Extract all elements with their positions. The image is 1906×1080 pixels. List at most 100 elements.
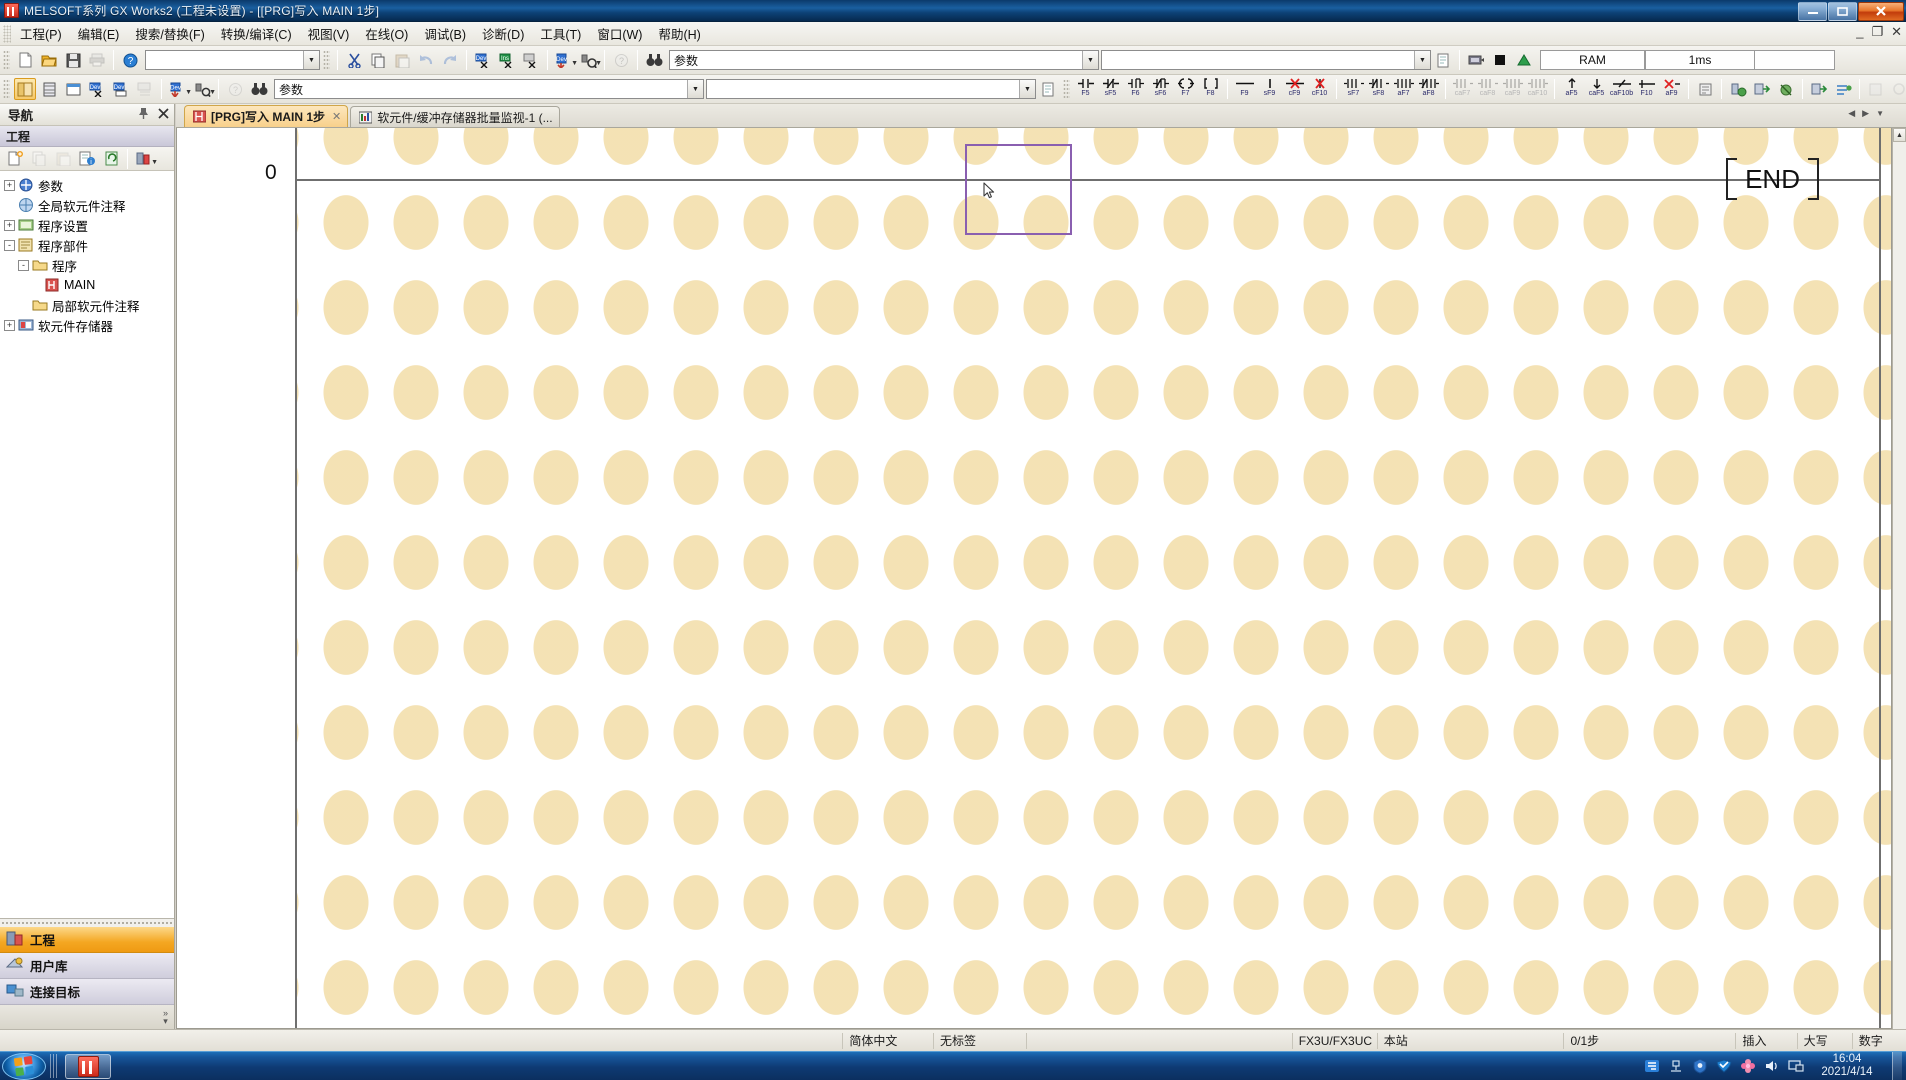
toolbar-grip[interactable] bbox=[3, 50, 10, 70]
chevron-down-icon[interactable]: ▼ bbox=[687, 80, 703, 98]
tab-device-buffer-monitor[interactable]: 软元件/缓冲存储器批量监视-1 (... bbox=[350, 106, 560, 127]
tab-scroll-left-icon[interactable]: ◀ bbox=[1848, 108, 1855, 119]
menu-online[interactable]: 在线(O) bbox=[357, 21, 416, 46]
cut-icon[interactable] bbox=[343, 49, 365, 71]
delete-h-line-button[interactable]: cF9 bbox=[1282, 77, 1307, 102]
copy-data-icon[interactable] bbox=[28, 148, 50, 170]
ladder-editor-canvas[interactable]: 0 END bbox=[176, 128, 1892, 1029]
refresh-data-icon[interactable] bbox=[100, 148, 122, 170]
undo-icon[interactable] bbox=[415, 49, 437, 71]
panel-button-connection-destination[interactable]: 连接目标 bbox=[0, 979, 174, 1005]
start-button[interactable] bbox=[2, 1052, 46, 1080]
binoculars-icon[interactable] bbox=[643, 49, 665, 71]
help-circle-icon[interactable]: ? bbox=[224, 78, 246, 100]
tree-item-pou[interactable]: - 程序部件 bbox=[0, 235, 174, 255]
tab-close-icon[interactable]: ✕ bbox=[332, 110, 341, 123]
ladder-symbol-grip[interactable] bbox=[1063, 79, 1070, 99]
close-button[interactable] bbox=[1858, 1, 1904, 21]
write-to-plc-icon[interactable]: Dev ▼ bbox=[553, 49, 578, 71]
convert-online-icon[interactable] bbox=[1775, 78, 1797, 100]
panel-overflow-icon[interactable]: » ▾ bbox=[163, 1009, 168, 1026]
chevron-down-icon[interactable]: ▼ bbox=[1019, 80, 1035, 98]
mdi-restore-button[interactable]: ❐ bbox=[1871, 24, 1883, 40]
invert-operation-button[interactable]: caF10b bbox=[1609, 77, 1634, 102]
flower-icon[interactable] bbox=[1740, 1058, 1756, 1074]
zoom-search-icon[interactable]: ▼ bbox=[191, 78, 216, 100]
program-combo[interactable]: ▼ bbox=[145, 50, 320, 70]
write-mode-icon[interactable]: Dev ▼ bbox=[167, 78, 192, 100]
contact-coil-find-icon[interactable] bbox=[520, 49, 542, 71]
chevron-down-icon[interactable]: ▼ bbox=[209, 89, 216, 96]
expander-icon[interactable]: + bbox=[4, 319, 15, 331]
tree-item-device-memory[interactable]: + 软元件存储器 bbox=[0, 315, 174, 335]
invert-pulse-4-button[interactable]: caF10 bbox=[1525, 77, 1550, 102]
ladder-toolbar-grip[interactable] bbox=[3, 79, 10, 99]
menu-find-replace[interactable]: 搜索/替换(F) bbox=[127, 21, 212, 46]
nc-contact-button[interactable]: sF5 bbox=[1098, 77, 1123, 102]
menu-convert-compile[interactable]: 转换/编译(C) bbox=[213, 21, 300, 46]
tree-item-parameter[interactable]: + 参数 bbox=[0, 175, 174, 195]
v-line-button[interactable]: sF9 bbox=[1257, 77, 1282, 102]
taskbar-clock[interactable]: 16:04 2021/4/14 bbox=[1816, 1053, 1878, 1079]
document-2-icon[interactable] bbox=[1037, 78, 1059, 100]
comment-display-icon[interactable] bbox=[1694, 78, 1716, 100]
menu-grip[interactable] bbox=[3, 24, 11, 43]
tree-item-main[interactable]: MAIN bbox=[0, 275, 174, 295]
delete-instruction-button[interactable]: aF9 bbox=[1659, 77, 1684, 102]
tree-item-program-folder[interactable]: - 程序 bbox=[0, 255, 174, 275]
menu-project[interactable]: 工程(P) bbox=[12, 21, 70, 46]
close-icon[interactable] bbox=[158, 107, 169, 122]
nc-contact-parallel-button[interactable]: sF6 bbox=[1148, 77, 1173, 102]
menu-tools[interactable]: 工具(T) bbox=[532, 21, 589, 46]
parameter-combo[interactable]: 参数 ▼ bbox=[669, 50, 1099, 70]
document-icon[interactable] bbox=[1432, 49, 1454, 71]
stop-square-icon[interactable] bbox=[1489, 49, 1511, 71]
expander-icon[interactable]: + bbox=[4, 219, 15, 231]
convert-build-icon[interactable] bbox=[1727, 78, 1749, 100]
help-icon[interactable]: ? bbox=[119, 49, 141, 71]
menu-diagnostics[interactable]: 诊断(D) bbox=[474, 21, 532, 46]
falling-edge-coil-button[interactable]: caF5 bbox=[1584, 77, 1609, 102]
invert-pulse-3-button[interactable]: caF9 bbox=[1500, 77, 1525, 102]
chevron-down-icon[interactable]: ▼ bbox=[151, 159, 158, 166]
new-project-icon[interactable] bbox=[14, 49, 36, 71]
binoculars-2-icon[interactable] bbox=[248, 78, 270, 100]
device-find-icon[interactable]: Dev bbox=[472, 49, 494, 71]
compare-operation-button[interactable]: F10 bbox=[1634, 77, 1659, 102]
secondary-combo-2[interactable]: ▼ bbox=[706, 79, 1036, 99]
expander-icon[interactable]: + bbox=[4, 179, 15, 191]
parameter-combo-2[interactable]: 参数 ▼ bbox=[274, 79, 704, 99]
delete-v-line-button[interactable]: cF10 bbox=[1307, 77, 1332, 102]
display-icon[interactable] bbox=[1788, 1058, 1804, 1074]
menu-edit[interactable]: 编辑(E) bbox=[70, 21, 128, 46]
security-icon[interactable] bbox=[1716, 1058, 1732, 1074]
invert-pulse-2-button[interactable]: caF8 bbox=[1475, 77, 1500, 102]
end-instruction-block[interactable]: END bbox=[1726, 158, 1819, 200]
mdi-minimize-button[interactable]: _ bbox=[1856, 24, 1863, 40]
menu-window[interactable]: 窗口(W) bbox=[589, 21, 650, 46]
chevron-down-icon[interactable]: ▼ bbox=[1082, 51, 1098, 69]
device-comment-icon[interactable]: Dev bbox=[86, 78, 108, 100]
chevron-down-icon[interactable]: ▼ bbox=[303, 51, 319, 69]
tab-list-icon[interactable]: ▼ bbox=[1876, 109, 1884, 118]
ladder-cursor-selection[interactable] bbox=[965, 144, 1072, 235]
save-icon[interactable] bbox=[62, 49, 84, 71]
navigation-window-icon[interactable] bbox=[14, 78, 36, 100]
mdi-close-button[interactable]: ✕ bbox=[1891, 24, 1902, 40]
coil-button[interactable]: F7 bbox=[1173, 77, 1198, 102]
falling-pulse-button[interactable]: sF8 bbox=[1366, 77, 1391, 102]
instruction-button[interactable]: F8 bbox=[1198, 77, 1223, 102]
tab-scroll-right-icon[interactable]: ▶ bbox=[1862, 108, 1869, 119]
monitor-mode-icon[interactable]: ? bbox=[610, 49, 632, 71]
tab-prg-write-main[interactable]: [PRG]写入 MAIN 1步 ✕ bbox=[184, 105, 349, 127]
compile-all-icon[interactable] bbox=[1832, 78, 1854, 100]
output-window-icon[interactable] bbox=[62, 78, 84, 100]
paste-icon[interactable] bbox=[391, 49, 413, 71]
expander-icon[interactable]: - bbox=[4, 239, 15, 251]
redo-icon[interactable] bbox=[439, 49, 461, 71]
shield-icon[interactable] bbox=[1692, 1058, 1708, 1074]
plc-memory-icon[interactable] bbox=[1465, 49, 1487, 71]
cross-reference-icon[interactable] bbox=[134, 78, 156, 100]
tree-item-global-device-comment[interactable]: 全局软元件注释 bbox=[0, 195, 174, 215]
data-property-icon[interactable]: i bbox=[76, 148, 98, 170]
